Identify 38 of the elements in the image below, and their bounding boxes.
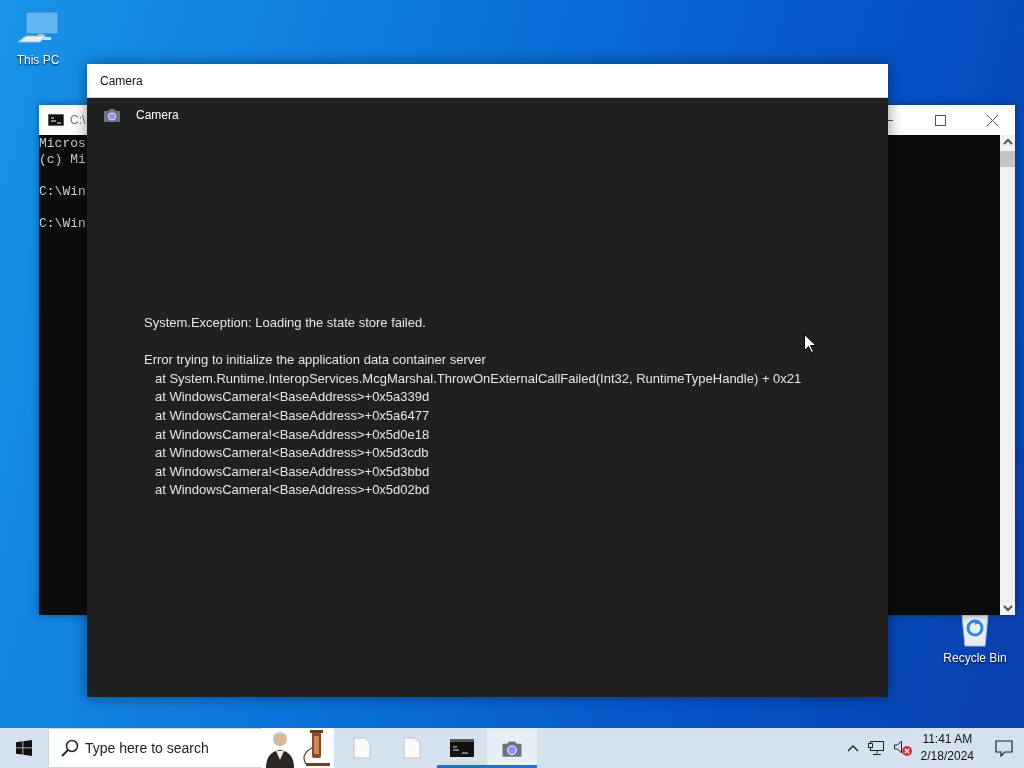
clock-date[interactable]: 2/18/2024: [920, 748, 974, 765]
window-title: C:\: [70, 113, 86, 127]
stack-trace-line: at System.Runtime.InteropServices.McgMarshal.ThrowOnExternalCallFailed(Int32, RuntimeTypeHandle) + 0x21: [154, 369, 802, 388]
camera-icon: [102, 107, 122, 123]
stack-trace-line: at WindowsCamera!<BaseAddress>+0x5d02bd: [154, 481, 430, 500]
error-message: Error trying to initialize the application data container server: [144, 351, 486, 370]
clock-time[interactable]: 11:41 AM: [922, 731, 973, 748]
stack-trace-line: at WindowsCamera!<BaseAddress>+0x5d3bbd: [154, 462, 430, 481]
maximize-icon: [934, 114, 946, 126]
search-field[interactable]: Type here to search: [85, 740, 250, 756]
error-heading: System.Exception: Loading the state store failed.: [144, 314, 426, 332]
window-title: Camera: [100, 73, 143, 88]
file-icon: [403, 737, 421, 759]
windows-logo-icon: [16, 740, 32, 756]
stack-trace-line: at WindowsCamera!<BaseAddress>+0x5a339d: [154, 388, 430, 407]
console-icon: [450, 739, 474, 757]
chevron-up-icon[interactable]: [846, 744, 859, 752]
search-icon: [61, 739, 79, 757]
console-line: Micros: [39, 136, 86, 152]
stack-trace-line: at WindowsCamera!<BaseAddress>+0x5d0e18: [154, 425, 430, 444]
stack-trace-line: at WindowsCamera!<BaseAddress>+0x5d3cdb: [154, 444, 429, 463]
camera-icon: [500, 738, 524, 758]
app-title: Camera: [136, 108, 179, 122]
console-line: C:\Win: [39, 184, 86, 200]
volume-muted-icon[interactable]: [892, 739, 913, 757]
console-icon: [48, 114, 64, 126]
file-icon: [353, 737, 371, 759]
console-line: C:\Win: [39, 216, 86, 232]
desktop-icon-label: This PC: [16, 53, 60, 67]
cursor-icon: [804, 334, 816, 353]
console-line: (c) Mi: [39, 152, 86, 168]
network-icon[interactable]: [866, 740, 885, 756]
speech-bubble-icon: [995, 739, 1013, 757]
stack-trace-line: at WindowsCamera!<BaseAddress>+0x5a6477: [154, 406, 430, 425]
desktop-icon-label: Recycle Bin: [943, 651, 1007, 665]
scrollbar-thumb[interactable]: [1000, 151, 1015, 167]
close-icon: [986, 114, 998, 126]
scrollbar[interactable]: [1000, 135, 1015, 615]
